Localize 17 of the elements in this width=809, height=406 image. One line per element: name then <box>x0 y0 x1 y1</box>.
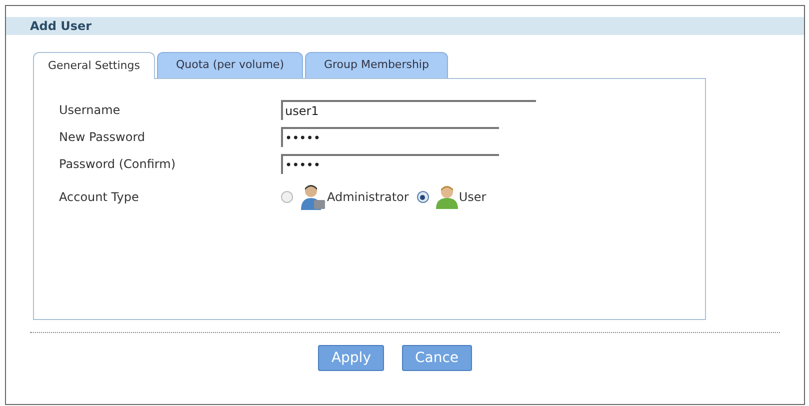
field-label: Account Type <box>59 189 140 206</box>
tab[interactable]: General Settings <box>33 52 155 79</box>
input-field[interactable]: ••••• <box>281 127 499 147</box>
field-label: Password (Confirm) <box>59 156 177 173</box>
radio-button[interactable] <box>281 191 293 203</box>
input-field[interactable]: user1 <box>281 100 536 120</box>
tab[interactable]: Quota (per volume) <box>156 52 303 78</box>
field-label: New Password <box>59 129 146 146</box>
input-field[interactable]: ••••• <box>281 154 499 174</box>
radio-button[interactable] <box>416 191 429 203</box>
user-icon <box>434 184 459 210</box>
tab[interactable]: Group Membership <box>304 52 448 78</box>
admin-user-icon <box>299 183 327 211</box>
field-label: Username <box>59 102 122 119</box>
window-title: Add User <box>30 18 92 35</box>
radio-label: User <box>458 189 486 206</box>
radio-label: Administrator <box>327 189 409 206</box>
